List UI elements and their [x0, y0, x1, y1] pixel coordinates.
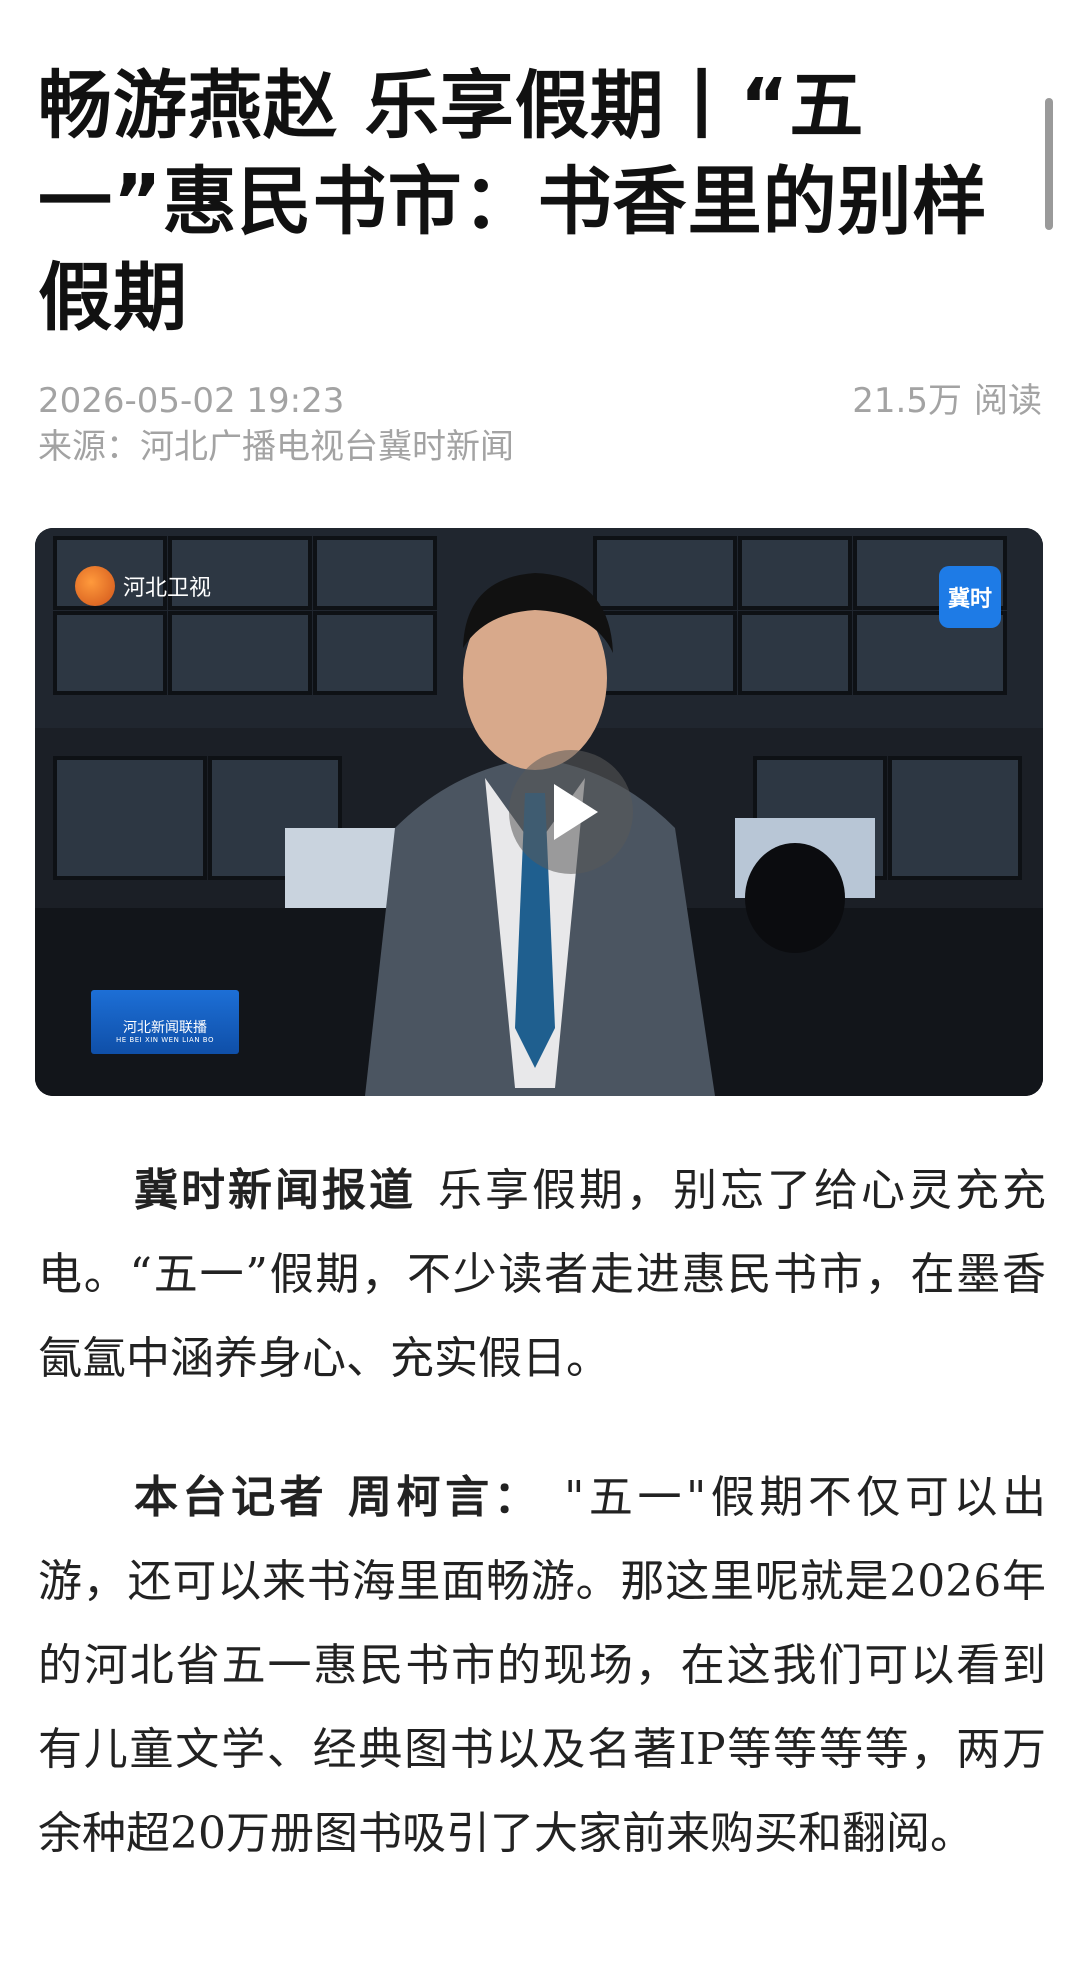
article-paragraph: 冀时新闻报道 乐享假期，别忘了给心灵充充电。“五一”假期，不少读者走进惠民书市，在…	[38, 1149, 1046, 1401]
hebei-tv-logo: 河北卫视	[75, 566, 211, 606]
read-count-value: 21.5万	[852, 381, 962, 421]
hebei-news-logo: 河北新闻联播 HE BEI XIN WEN LIAN BO	[91, 990, 239, 1054]
scrollbar[interactable]	[1045, 98, 1053, 230]
article-title: 畅游燕赵 乐享假期丨“五一”惠民书市：书香里的别样假期	[38, 63, 988, 341]
article-source: 来源：河北广播电视台冀时新闻	[38, 427, 514, 467]
play-button[interactable]	[509, 750, 633, 874]
publish-date: 2026-05-02 19:23	[38, 381, 345, 421]
paragraph-lead: 冀时新闻报道	[134, 1165, 416, 1216]
read-count: 21.5万 阅读	[852, 378, 1042, 424]
hebei-tv-logo-text: 河北卫视	[123, 576, 212, 601]
hebei-tv-logo-icon	[75, 566, 115, 606]
article-paragraph: 本台记者 周柯言： "五一"假期不仅可以出游，还可以来书海里面畅游。那这里呢就是2…	[38, 1456, 1046, 1876]
article-meta: 2026-05-02 19:23 21.5万 阅读	[38, 378, 1042, 424]
hebei-news-logo-text: 河北新闻联播	[123, 1020, 207, 1036]
jishi-logo: 冀时	[939, 566, 1001, 628]
video-player[interactable]: 河北卫视 冀时 河北新闻联播 HE BEI XIN WEN LIAN BO	[35, 528, 1043, 1096]
play-icon	[554, 784, 598, 840]
read-count-label: 阅读	[974, 381, 1042, 421]
hebei-news-logo-sub: HE BEI XIN WEN LIAN BO	[116, 1036, 214, 1044]
paragraph-text: "五一"假期不仅可以出游，还可以来书海里面畅游。那这里呢就是2026年的河北省五…	[38, 1472, 1046, 1859]
paragraph-lead: 本台记者 周柯言：	[134, 1472, 543, 1523]
